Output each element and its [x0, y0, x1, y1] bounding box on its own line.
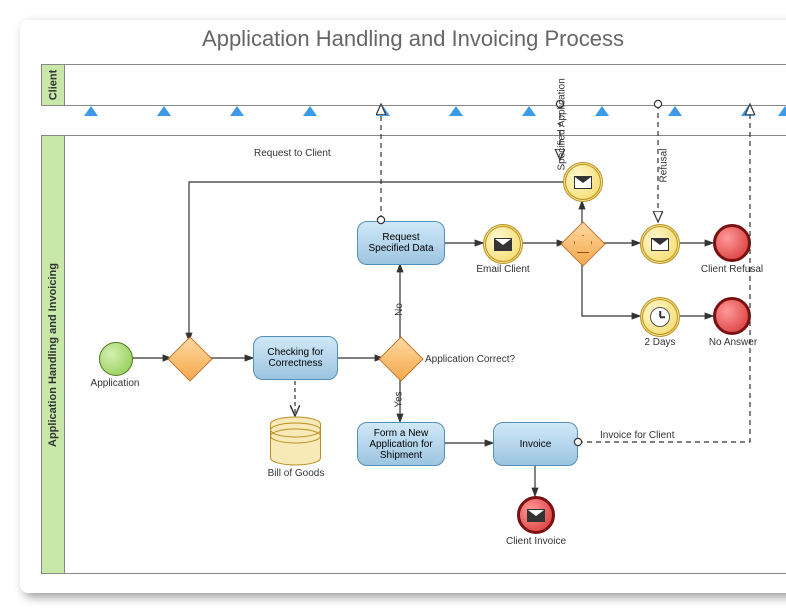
flow-no-label: No — [394, 303, 405, 316]
start-event — [99, 342, 133, 376]
flow-refusal-label: Refusal — [659, 146, 670, 186]
gateway-merge — [167, 336, 212, 381]
pool-client-label: Client — [42, 65, 65, 105]
task-request-data: Request Specified Data — [357, 221, 445, 265]
end-event-noanswer — [713, 297, 751, 335]
message-marker-icon — [157, 106, 171, 116]
flow-spec-app-label: Specified Application — [557, 111, 568, 171]
start-event-label: Application — [87, 378, 143, 389]
envelope-icon — [574, 176, 592, 189]
clock-icon — [650, 307, 670, 327]
message-marker-icon — [595, 106, 609, 116]
message-marker-icon — [522, 106, 536, 116]
pool-client: Client — [41, 64, 786, 106]
bpmn-diagram: Application Handling and Invoicing Proce… — [20, 20, 786, 593]
task-checking: Checking for Correctness — [253, 336, 338, 380]
end-invoice-label: Client Invoice — [503, 536, 569, 547]
data-store-bill — [268, 416, 323, 466]
flow-invoice-label: Invoice for Client — [600, 430, 674, 441]
end-refusal-label: Client Refusal — [697, 264, 767, 275]
data-store-label: Bill of Goods — [263, 468, 329, 479]
message-marker-icon — [741, 106, 755, 116]
event-email-client — [483, 224, 523, 264]
gateway-correct-label: Application Correct? — [425, 354, 515, 365]
envelope-icon — [651, 238, 669, 251]
flow-yes-label: Yes — [394, 391, 405, 407]
envelope-icon — [527, 509, 545, 522]
task-form-shipment: Form a New Application for Shipment — [357, 422, 445, 466]
message-marker-icon — [230, 106, 244, 116]
message-marker-icon — [376, 106, 390, 116]
gateway-event-based — [560, 221, 605, 266]
event-timer — [640, 297, 680, 337]
flow-request-to-client-label: Request to Client — [254, 148, 331, 159]
timer-label: 2 Days — [643, 337, 677, 348]
event-spec-app — [563, 162, 603, 202]
message-marker-icon — [84, 106, 98, 116]
message-marker-icon — [303, 106, 317, 116]
end-event-invoice — [517, 496, 555, 534]
pool-main-label: Application Handling and Invoicing — [42, 136, 65, 573]
message-marker-icon — [668, 106, 682, 116]
envelope-icon — [494, 238, 512, 251]
task-invoice: Invoice — [493, 422, 578, 466]
event-email-client-label: Email Client — [473, 264, 533, 275]
end-event-refusal — [713, 224, 751, 262]
message-marker-icon — [778, 106, 786, 116]
message-marker-icon — [449, 106, 463, 116]
event-refusal — [640, 224, 680, 264]
gateway-correct — [378, 336, 423, 381]
end-noanswer-label: No Answer — [705, 337, 761, 348]
diagram-title: Application Handling and Invoicing Proce… — [20, 26, 786, 52]
pool-main: Application Handling and Invoicing — [41, 135, 786, 574]
